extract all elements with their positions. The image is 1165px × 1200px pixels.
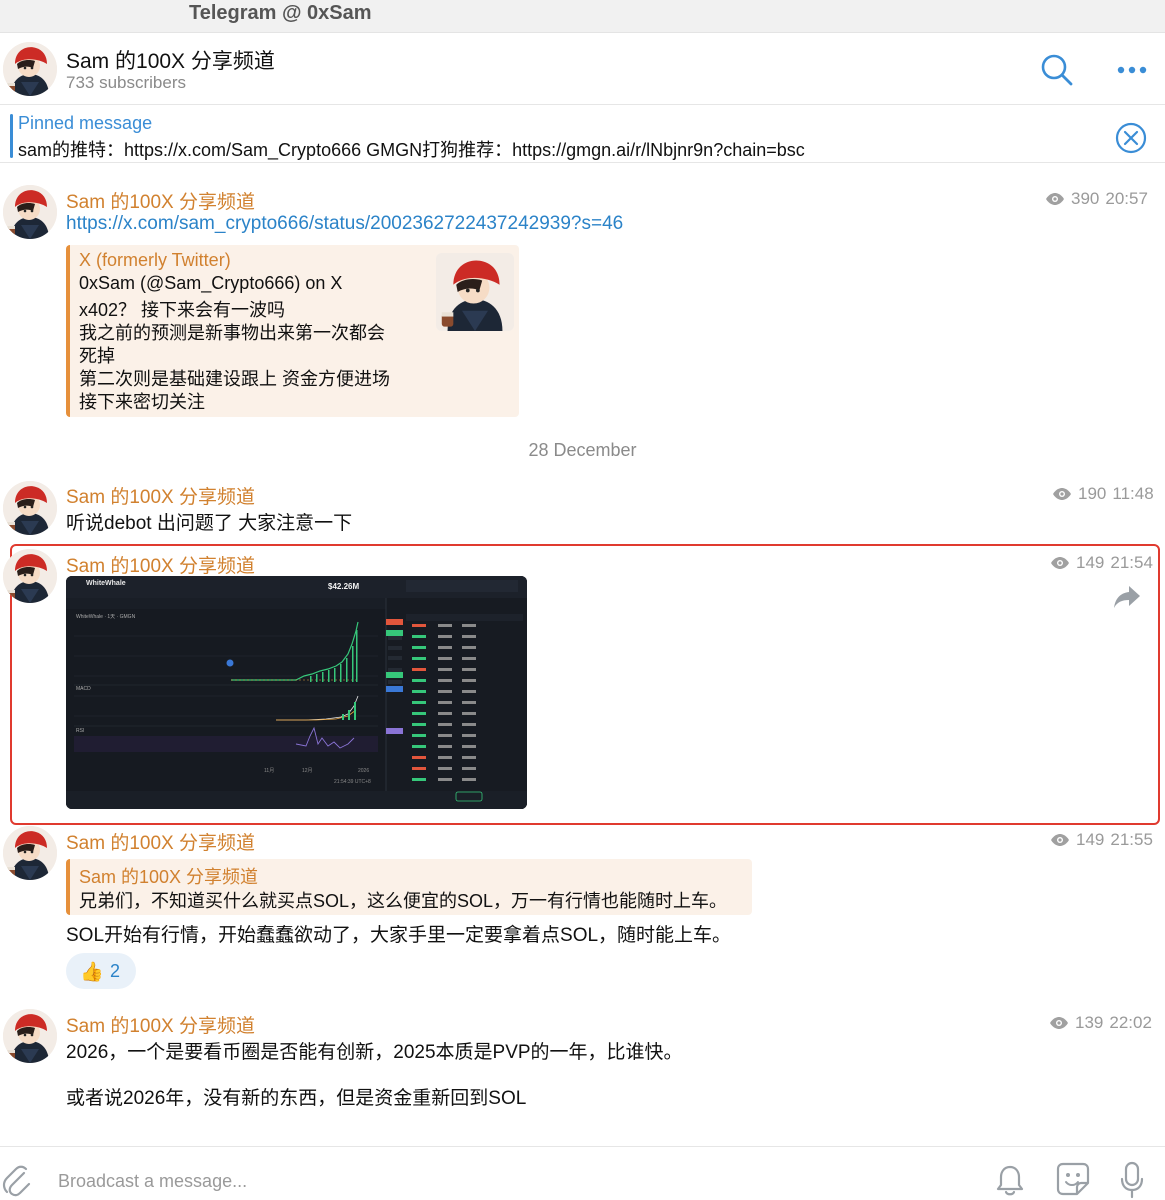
forward-icon[interactable] (1112, 584, 1142, 610)
message-meta: 149 21:54 (1050, 553, 1153, 573)
channel-avatar[interactable] (3, 42, 57, 96)
message-text: 听说debot 出问题了 大家注意一下 (66, 513, 353, 534)
chart-pair-label: WhiteWhale · 1天 · GMGN (76, 614, 136, 620)
reaction-count: 2 (110, 961, 121, 981)
paperclip-icon[interactable] (2, 1163, 32, 1197)
chart-axis-year: 2026 (358, 768, 369, 774)
channel-header[interactable]: Sam 的100X 分享频道 733 subscribers (0, 33, 1165, 105)
microphone-icon[interactable] (1120, 1161, 1144, 1199)
sender-avatar[interactable] (3, 826, 57, 880)
reply-quote[interactable]: Sam 的100X 分享频道 兄弟们，不知道买什么就买点SOL，这么便宜的SOL… (66, 859, 752, 915)
pinned-text[interactable]: sam的推特：https://x.com/Sam_Crypto666 GMGN打… (18, 136, 805, 162)
sender-avatar[interactable] (3, 481, 57, 535)
thumbs-up-icon: 👍 (80, 962, 104, 983)
message-link[interactable]: https://x.com/sam_crypto666/status/20023… (66, 213, 623, 235)
eye-icon (1051, 834, 1069, 846)
chart-token-name: WhiteWhale (86, 580, 126, 587)
chart-rsi-label: RSI (76, 728, 84, 734)
preview-thumbnail (436, 253, 514, 331)
view-count: 390 (1071, 189, 1100, 208)
sender-name[interactable]: Sam 的100X 分享频道 (66, 482, 255, 509)
view-count: 149 (1076, 830, 1105, 849)
chart-price: $42.26M (328, 582, 359, 591)
sticker-icon[interactable] (1055, 1161, 1091, 1197)
eye-icon (1046, 193, 1064, 205)
preview-line: 我之前的预测是新事物出来第一次都会 (79, 323, 385, 343)
eye-icon (1051, 557, 1069, 569)
message-time: 22:02 (1109, 1013, 1152, 1032)
subscriber-count: 733 subscribers (66, 73, 187, 92)
message-meta: 139 22:02 (1049, 1013, 1152, 1033)
bell-icon[interactable] (995, 1163, 1025, 1197)
view-count: 190 (1078, 484, 1107, 503)
channel-title[interactable]: Sam 的100X 分享频道 (66, 45, 275, 75)
message-composer: Broadcast a message... (0, 1146, 1165, 1200)
sender-name[interactable]: Sam 的100X 分享频道 (66, 187, 255, 214)
message-meta: 149 21:55 (1050, 830, 1153, 850)
message-meta: 190 11:48 (1052, 484, 1154, 504)
reply-sender: Sam 的100X 分享频道 (79, 867, 259, 887)
sender-name[interactable]: Sam 的100X 分享频道 (66, 551, 255, 578)
date-separator: 28 December (528, 440, 637, 460)
message-text: 2026，一个是要看币圈是否能有创新，2025本质是PVP的一年，比谁快。 (66, 1042, 683, 1063)
chart-macd-label: MACD (76, 686, 91, 692)
sender-avatar[interactable] (3, 185, 57, 239)
eye-icon (1053, 488, 1071, 500)
preview-title: 0xSam (@Sam_Crypto666) on X (79, 273, 343, 293)
link-preview[interactable]: X (formerly Twitter) 0xSam (@Sam_Crypto6… (66, 245, 519, 417)
chart-axis-month: 11月 (264, 768, 274, 774)
chart-clock: 21:54:39 UTC+8 (334, 779, 371, 785)
view-count: 139 (1075, 1013, 1104, 1032)
reply-text: 兄弟们，不知道买什么就买点SOL，这么便宜的SOL，万一有行情也能随时上车。 (79, 891, 728, 911)
message-time: 21:55 (1110, 830, 1153, 849)
message-time: 21:54 (1110, 553, 1153, 572)
pinned-message-bar[interactable]: Pinned message sam的推特：https://x.com/Sam_… (0, 105, 1165, 163)
reaction-chip[interactable]: 👍 2 (66, 953, 136, 989)
close-icon[interactable] (1114, 121, 1148, 155)
chart-axis-month: 12月 (302, 768, 313, 774)
sender-avatar[interactable] (3, 1009, 57, 1063)
view-count: 149 (1076, 553, 1105, 572)
chart-screenshot-image[interactable]: WhiteWhale $42.26M WhiteWhale · 1天 · GMG… (66, 576, 527, 809)
broadcast-input[interactable]: Broadcast a message... (58, 1171, 938, 1192)
message-text: SOL开始有行情，开始蠢蠢欲动了，大家手里一定要拿着点SOL，随时能上车。 (66, 925, 732, 946)
window-title: Telegram @ 0xSam (189, 2, 372, 24)
pinned-accent-bar (10, 114, 13, 158)
sender-avatar[interactable] (3, 549, 57, 603)
sender-name[interactable]: Sam 的100X 分享频道 (66, 1011, 255, 1038)
message-time: 20:57 (1105, 189, 1148, 208)
message-meta: 390 20:57 (1045, 189, 1148, 209)
eye-icon (1050, 1017, 1068, 1029)
pinned-label: Pinned message (18, 113, 153, 133)
more-icon[interactable] (1113, 55, 1151, 85)
preview-line: 接下来密切关注 (79, 392, 205, 412)
window-titlebar: Telegram @ 0xSam (0, 0, 1165, 33)
search-icon[interactable] (1037, 50, 1077, 90)
preview-site: X (formerly Twitter) (79, 250, 231, 270)
message-text: 或者说2026年，没有新的东西，但是资金重新回到SOL (66, 1088, 527, 1109)
message-time: 11:48 (1112, 484, 1154, 503)
sender-name[interactable]: Sam 的100X 分享频道 (66, 828, 255, 855)
